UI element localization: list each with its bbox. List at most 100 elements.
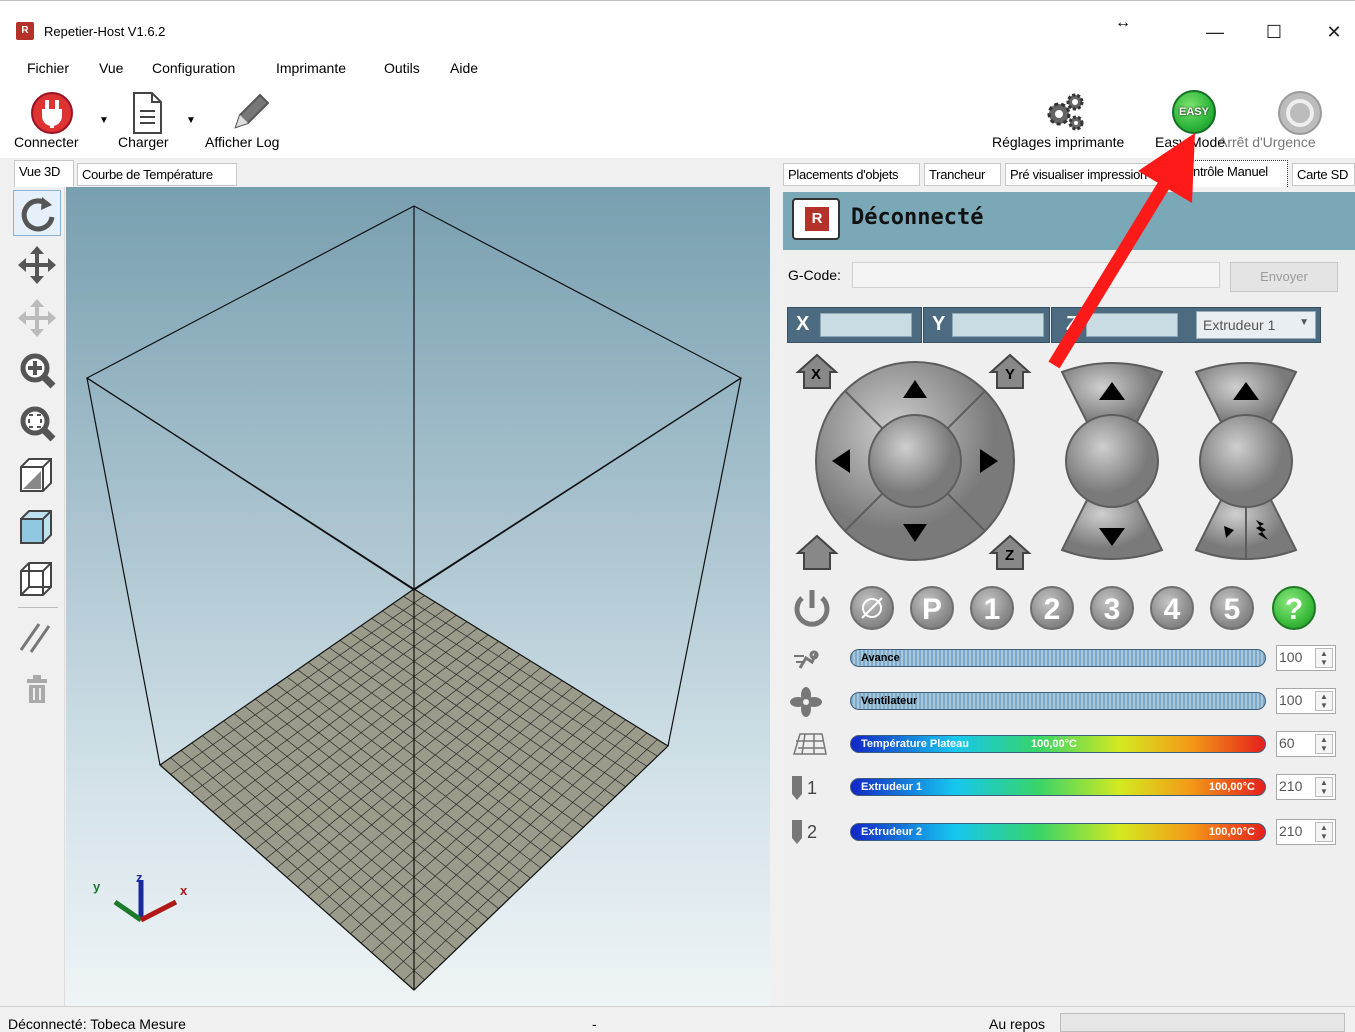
move-view-button[interactable]	[11, 240, 63, 290]
load-label: Charger	[118, 134, 169, 150]
extruder-1-reading: 100,00°C	[1209, 781, 1255, 793]
window-title: Repetier-Host V1.6.2	[44, 24, 166, 39]
x-label: X	[796, 313, 810, 335]
no-fan-icon	[861, 597, 883, 619]
close-button[interactable]: ✕	[1314, 14, 1354, 50]
show-log-button[interactable]: Afficher Log	[202, 88, 297, 154]
zoom-in-icon	[20, 353, 56, 389]
tab-sd-card[interactable]: Carte SD	[1292, 163, 1355, 186]
xy-pad-graphic	[815, 361, 1015, 561]
plug-icon	[31, 92, 73, 134]
x-value	[820, 313, 912, 337]
connection-status: Déconnecté	[851, 205, 984, 230]
preset-2-button[interactable]: 2	[1030, 586, 1074, 630]
y-position: Y	[923, 307, 1050, 343]
tab-temperature-curve[interactable]: Courbe de Température	[77, 163, 237, 186]
status-separator: -	[592, 1016, 597, 1032]
fan-icon	[790, 686, 830, 718]
menu-outils[interactable]: Outils	[384, 60, 420, 76]
menu-imprimante[interactable]: Imprimante	[276, 60, 346, 76]
tool-divider	[18, 607, 58, 608]
annotation-arrow	[1048, 133, 1195, 369]
tab-vue-3d[interactable]: Vue 3D	[14, 160, 74, 187]
status-connection: Déconnecté: Tobeca Mesure	[8, 1016, 186, 1032]
iso-view-button[interactable]	[11, 451, 63, 501]
fan-off-button[interactable]	[850, 586, 894, 630]
power-button[interactable]	[790, 586, 834, 630]
bed-temperature-bar[interactable]: Température Plateau 100,00°C	[850, 735, 1266, 753]
extruder-1-target-value[interactable]: 210 ▲ ▼	[1276, 774, 1336, 800]
rotate-button[interactable]	[13, 190, 61, 236]
fan-value[interactable]: 100 ▲ ▼	[1276, 688, 1336, 714]
top-view-button[interactable]	[11, 555, 63, 605]
front-view-button[interactable]	[11, 503, 63, 553]
status-state: Au repos	[989, 1016, 1046, 1032]
app-logo-icon: R	[16, 22, 34, 40]
xy-jog-pad[interactable]	[814, 360, 1016, 562]
3d-viewport[interactable]: z y x	[66, 187, 770, 1006]
bed-target-value[interactable]: 60 ▲ ▼	[1276, 731, 1336, 757]
z-pad-graphic	[1060, 362, 1164, 560]
bed-icon	[790, 728, 830, 760]
connect-dropdown-icon[interactable]: ▼	[99, 115, 109, 126]
extruder-2-temperature-bar[interactable]: Extrudeur 2 100,00°C	[850, 823, 1266, 841]
load-dropdown-icon[interactable]: ▼	[186, 115, 196, 126]
parallel-lines-icon	[19, 623, 51, 653]
help-button[interactable]: ?	[1272, 586, 1316, 630]
bed-temperature-reading: 100,00°C	[1031, 738, 1077, 750]
build-volume-wireframe	[85, 205, 743, 991]
preset-5-button[interactable]: 5	[1210, 586, 1254, 630]
parallel-view-button[interactable]	[11, 612, 63, 662]
delete-button[interactable]	[11, 665, 63, 715]
zoom-button[interactable]	[11, 346, 63, 396]
rotate-icon	[21, 197, 55, 232]
preset-3-button[interactable]: 3	[1090, 586, 1134, 630]
gcode-label: G-Code:	[788, 267, 841, 283]
tab-slicer[interactable]: Trancheur	[924, 163, 1001, 186]
resize-icon: ↔	[1115, 14, 1131, 31]
preset-4-button[interactable]: 4	[1150, 586, 1194, 630]
maximize-button[interactable]: ☐	[1254, 14, 1294, 50]
move-arrows-icon	[18, 246, 56, 284]
zoom-fit-icon	[20, 406, 56, 442]
connect-label: Connecter	[14, 134, 79, 150]
speed-slider[interactable]: Avance	[850, 649, 1266, 667]
extruder-1-icon: 1	[790, 772, 830, 804]
extruder-1-temperature-bar[interactable]: Extrudeur 1 100,00°C	[850, 778, 1266, 796]
emergency-stop-label: Arrêt d'Urgence	[1218, 134, 1316, 150]
menu-configuration[interactable]: Configuration	[152, 60, 235, 76]
send-button[interactable]: Envoyer	[1230, 262, 1338, 292]
show-log-label: Afficher Log	[205, 134, 280, 150]
fit-view-button[interactable]	[11, 399, 63, 449]
connect-button[interactable]: Connecter	[12, 88, 92, 154]
load-button[interactable]: Charger	[116, 88, 178, 154]
cube-top-icon	[20, 562, 52, 596]
menu-vue[interactable]: Vue	[99, 60, 123, 76]
cube-front-icon	[20, 510, 52, 544]
y-value	[952, 313, 1044, 337]
power-icon	[794, 590, 830, 627]
z-jog-pad[interactable]	[1060, 360, 1164, 562]
park-button[interactable]: P	[910, 586, 954, 630]
extruder-2-icon: 2	[790, 816, 830, 848]
svg-text:x: x	[180, 883, 188, 898]
menu-fichier[interactable]: Fichier	[27, 60, 69, 76]
extruder-2-target-value[interactable]: 210 ▲ ▼	[1276, 819, 1336, 845]
move-object-button[interactable]	[11, 293, 63, 343]
axis-gizmo: z y x	[93, 870, 188, 923]
svg-text:2: 2	[807, 822, 817, 842]
preset-1-button[interactable]: 1	[970, 586, 1014, 630]
extruder-jog-pad[interactable]	[1194, 360, 1298, 562]
print-volume-scene: z y x	[85, 205, 743, 991]
fan-slider[interactable]: Ventilateur	[850, 692, 1266, 710]
menu-aide[interactable]: Aide	[450, 60, 478, 76]
svg-text:1: 1	[807, 778, 817, 798]
extruder-2-reading: 100,00°C	[1209, 826, 1255, 838]
tab-object-placement[interactable]: Placements d'objets	[783, 163, 920, 186]
y-label: Y	[932, 313, 946, 335]
emergency-stop-button[interactable]: Arrêt d'Urgence	[1218, 88, 1355, 154]
speed-value[interactable]: 100 ▲ ▼	[1276, 645, 1336, 671]
minimize-button[interactable]: —	[1195, 14, 1235, 50]
speed-icon	[790, 642, 830, 674]
printer-logo-icon: R	[792, 198, 840, 240]
